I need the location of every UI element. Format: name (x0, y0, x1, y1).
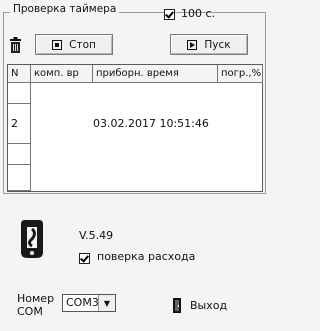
table-row[interactable] (8, 165, 31, 191)
com-port-label: Номер COM (17, 292, 54, 318)
stop-button[interactable]: Стоп (35, 34, 113, 55)
exit-button-label: Выход (190, 298, 228, 312)
exit-button[interactable]: Выход (172, 295, 252, 315)
timer-100s-label: 100 с. (181, 7, 216, 20)
table-row[interactable] (8, 83, 31, 104)
flow-check-checkbox[interactable] (79, 253, 90, 264)
com-port-select[interactable]: COM3 ▼ (62, 294, 116, 312)
app-logo-icon (17, 218, 47, 260)
chevron-down-icon[interactable]: ▼ (98, 295, 115, 311)
door-icon (172, 297, 182, 313)
column-header-computer-time[interactable]: комп. вр (31, 65, 93, 83)
com-port-label-line1: Номер (17, 292, 55, 305)
device-time-cell[interactable]: 03.02.2017 10:51:46 (93, 114, 209, 134)
timer-results-table[interactable]: N комп. вр приборн. время погр.,% 2 03.0… (7, 64, 263, 192)
stop-button-label: Стоп (69, 38, 96, 51)
start-button-label: Пуск (204, 38, 231, 51)
table-row[interactable] (8, 144, 31, 165)
com-port-label-line2: COM (17, 305, 43, 318)
column-header-device-time[interactable]: приборн. время (93, 65, 218, 83)
stop-icon (52, 39, 63, 50)
timer-group-title: Проверка таймера (10, 3, 120, 15)
column-header-error[interactable]: погр.,% (218, 65, 263, 83)
start-button[interactable]: Пуск (170, 34, 248, 55)
trash-icon[interactable] (9, 37, 22, 54)
table-row[interactable]: 2 (8, 104, 31, 144)
play-icon (187, 39, 198, 50)
column-header-n[interactable]: N (8, 65, 31, 83)
version-label: V.5.49 (79, 229, 114, 242)
flow-check-label: поверка расхода (97, 250, 196, 263)
com-port-value: COM3 (66, 296, 99, 309)
timer-100s-checkbox[interactable] (164, 9, 175, 20)
